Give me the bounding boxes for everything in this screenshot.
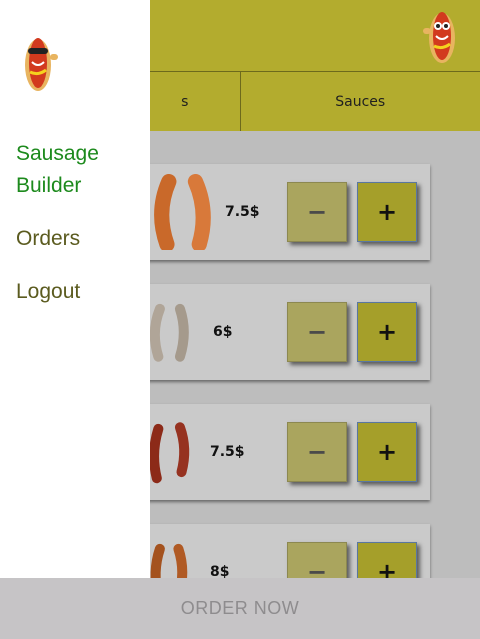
decrease-quantity-button[interactable]: − bbox=[287, 422, 347, 482]
increase-quantity-button[interactable]: + bbox=[357, 302, 417, 362]
decrease-quantity-button[interactable]: − bbox=[287, 182, 347, 242]
nav-label: Orders bbox=[16, 227, 81, 250]
product-price: 7.5$ bbox=[210, 444, 245, 460]
nav-label: Logout bbox=[16, 280, 81, 303]
tab-label: s bbox=[181, 93, 189, 110]
nav-item-orders[interactable]: Orders bbox=[16, 223, 80, 255]
nav-item-logout[interactable]: Logout bbox=[16, 276, 80, 308]
plus-label: + bbox=[376, 438, 398, 466]
increase-quantity-button[interactable]: + bbox=[357, 422, 417, 482]
navigation-drawer: Sausage Builder Orders Logout bbox=[0, 0, 150, 578]
sausage-image bbox=[149, 422, 190, 484]
minus-label: − bbox=[306, 438, 328, 466]
sausage-image bbox=[154, 174, 211, 250]
tab-label: Sauces bbox=[335, 93, 386, 110]
product-price: 6$ bbox=[213, 324, 233, 340]
nav-label: Sausage bbox=[16, 142, 99, 165]
plus-label: + bbox=[376, 198, 398, 226]
product-card: 7.5$ − + bbox=[110, 164, 430, 260]
product-price: 7.5$ bbox=[225, 204, 260, 220]
hotdog-mascot-icon bbox=[423, 12, 455, 63]
plus-label: + bbox=[376, 318, 398, 346]
minus-label: − bbox=[306, 318, 328, 346]
product-card: 6$ − + bbox=[110, 284, 430, 380]
decrease-quantity-button[interactable]: − bbox=[287, 302, 347, 362]
order-now-label: ORDER NOW bbox=[180, 598, 300, 618]
order-now-button[interactable]: ORDER NOW bbox=[0, 578, 480, 639]
product-card: 7.5$ − + bbox=[110, 404, 430, 500]
nav-label: Builder bbox=[16, 174, 82, 197]
sausage-image bbox=[149, 303, 189, 362]
increase-quantity-button[interactable]: + bbox=[357, 182, 417, 242]
nav-item-sausage-builder[interactable]: Sausage Builder bbox=[16, 138, 99, 202]
minus-label: − bbox=[306, 198, 328, 226]
tab-sauces[interactable]: Sauces bbox=[241, 72, 480, 131]
hotdog-mascot-icon bbox=[25, 38, 58, 91]
